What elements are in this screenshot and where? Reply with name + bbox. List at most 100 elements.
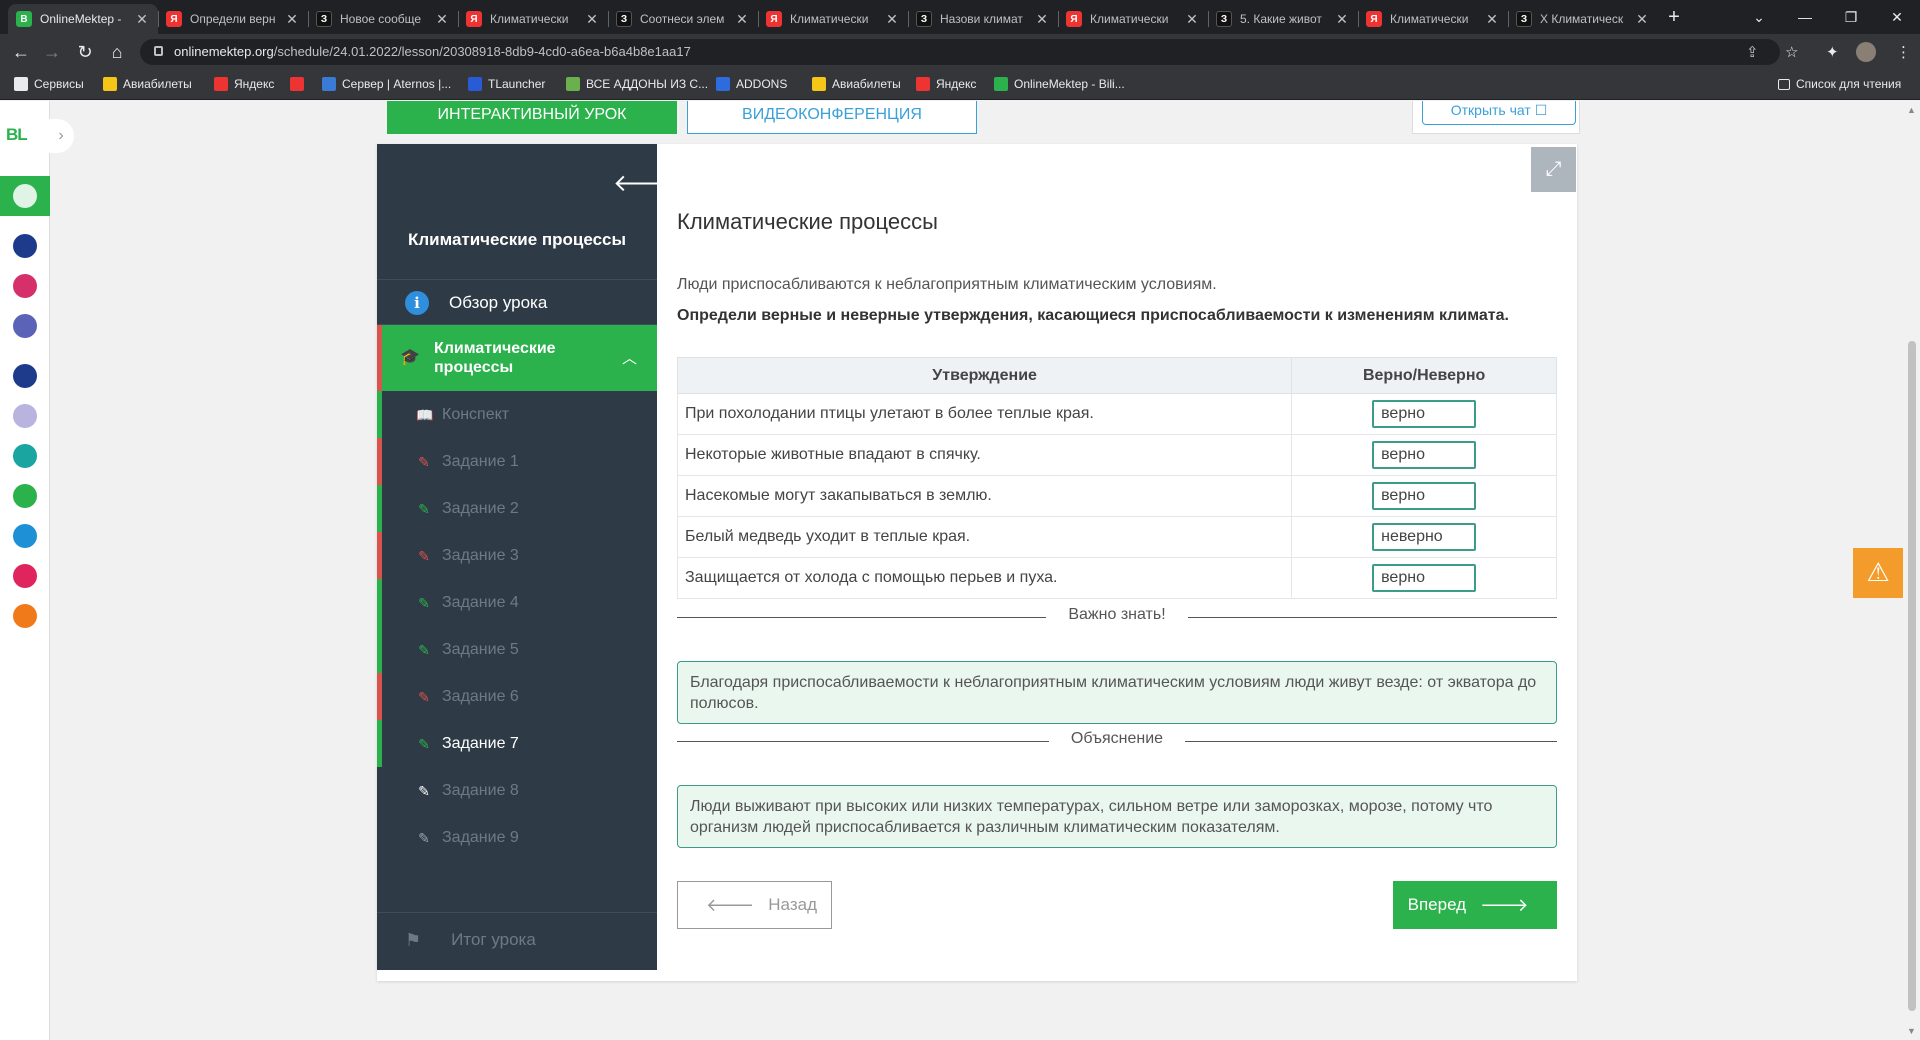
- browser-tab[interactable]: З Х Климатическ ✕: [1508, 4, 1658, 34]
- tab-close-icon[interactable]: ✕: [1484, 11, 1500, 28]
- scroll-up-icon[interactable]: ▲: [1907, 105, 1916, 115]
- restore-button[interactable]: ❐: [1828, 0, 1874, 34]
- warning-icon[interactable]: ⚠: [1853, 548, 1903, 598]
- open-chat-button[interactable]: Открыть чат ☐: [1422, 101, 1576, 125]
- rail-app-icon[interactable]: [13, 274, 37, 298]
- sidebar-task-label: Задание 8: [442, 781, 519, 799]
- sidebar-task-item[interactable]: ✎ Задание 6: [377, 673, 657, 720]
- verdict-cell: верно: [1291, 557, 1557, 599]
- tab-close-icon[interactable]: ✕: [584, 11, 600, 28]
- verdict-select[interactable]: верно: [1372, 441, 1477, 469]
- sidebar-task-item[interactable]: ✎ Задание 5: [377, 626, 657, 673]
- bookmark-item[interactable]: ADDONS: [716, 77, 787, 91]
- browser-tab[interactable]: B OnlineMektep - ✕: [8, 4, 158, 34]
- extensions-icon[interactable]: ✦: [1826, 43, 1839, 61]
- tab-close-icon[interactable]: ✕: [1334, 11, 1350, 28]
- tab-close-icon[interactable]: ✕: [134, 11, 150, 28]
- rail-app-icon[interactable]: [13, 444, 37, 468]
- bookmark-item[interactable]: TLauncher: [468, 77, 545, 91]
- rail-app-icon[interactable]: [13, 234, 37, 258]
- bookmark-item[interactable]: Авиабилеты: [103, 77, 192, 91]
- rail-app-icon[interactable]: [13, 484, 37, 508]
- tab-interactive-lesson[interactable]: ИНТЕРАКТИВНЫЙ УРОК: [387, 101, 677, 134]
- browser-tab[interactable]: З 5. Какие живот ✕: [1208, 4, 1358, 34]
- onlinemektep-icon: [13, 184, 37, 208]
- minimize-button[interactable]: —: [1782, 0, 1828, 34]
- forward-button[interactable]: Вперед 🡒: [1393, 881, 1557, 929]
- tab-close-icon[interactable]: ✕: [734, 11, 750, 28]
- bookmark-item[interactable]: Авиабилеты: [812, 77, 901, 91]
- table-row: Насекомые могут закапываться в землю. вер…: [676, 475, 1557, 517]
- tab-close-icon[interactable]: ✕: [1634, 11, 1650, 28]
- home-icon[interactable]: ⌂: [105, 40, 129, 64]
- rail-item-onlinemektep[interactable]: [0, 176, 50, 216]
- share-icon[interactable]: ⇪: [1746, 43, 1759, 61]
- sidebar-item-summary[interactable]: ⚑ Итог урока: [377, 913, 657, 967]
- onlinemektep-icon: [994, 77, 1008, 91]
- browser-tab[interactable]: З Назови климат ✕: [908, 4, 1058, 34]
- verdict-select[interactable]: верно: [1372, 400, 1477, 428]
- sidebar-task-item[interactable]: ✎ Задание 1: [377, 438, 657, 485]
- collapse-arrow-icon[interactable]: 🡐: [613, 168, 677, 198]
- reload-icon[interactable]: ↻: [73, 40, 97, 64]
- rail-app-icon[interactable]: [13, 564, 37, 588]
- browser-tab[interactable]: Я Определи верн ✕: [158, 4, 308, 34]
- tab-close-icon[interactable]: ✕: [434, 11, 450, 28]
- new-tab-button[interactable]: +: [1662, 6, 1686, 29]
- bookmark-item[interactable]: Яндекс: [214, 77, 274, 91]
- browser-tab[interactable]: Я Климатически ✕: [458, 4, 608, 34]
- tab-videoconference[interactable]: ВИДЕОКОНФЕРЕНЦИЯ: [687, 101, 977, 134]
- sidebar-task-item[interactable]: ✎ Задание 7: [377, 720, 657, 767]
- close-window-button[interactable]: ✕: [1874, 0, 1920, 34]
- fullscreen-expand-icon[interactable]: ⤢: [1531, 147, 1576, 192]
- sidebar-section-active[interactable]: 🎓 Климатические процессы ︿: [377, 325, 657, 391]
- browser-tab[interactable]: Я Климатически ✕: [1358, 4, 1508, 34]
- tab-close-icon[interactable]: ✕: [284, 11, 300, 28]
- verdict-select[interactable]: верно: [1372, 482, 1477, 510]
- back-arrow-icon[interactable]: ←: [9, 40, 33, 64]
- reading-list-button[interactable]: Список для чтения: [1778, 77, 1901, 91]
- browser-tab[interactable]: Я Климатически ✕: [758, 4, 908, 34]
- back-button[interactable]: 🡐 Назад: [677, 881, 832, 929]
- sidebar-task-item[interactable]: ✎ Задание 4: [377, 579, 657, 626]
- sidebar-item-overview[interactable]: i Обзор урока: [377, 279, 657, 327]
- bookmark-item[interactable]: Сервер | Aternos |...: [322, 77, 451, 91]
- browser-tab[interactable]: З Новое сообще ✕: [308, 4, 458, 34]
- bookmark-item[interactable]: Яндекс: [916, 77, 976, 91]
- forward-arrow-icon[interactable]: →: [40, 40, 64, 64]
- bookmark-item[interactable]: Сервисы: [14, 77, 84, 91]
- bookmark-item[interactable]: OnlineMektep - Bili...: [994, 77, 1125, 91]
- tab-close-icon[interactable]: ✕: [1034, 11, 1050, 28]
- sidebar-task-item[interactable]: 📖 Конспект: [377, 391, 657, 438]
- rail-app-icon[interactable]: [13, 604, 37, 628]
- browser-tab[interactable]: З Соотнеси элем ✕: [608, 4, 758, 34]
- browser-tab[interactable]: Я Климатически ✕: [1058, 4, 1208, 34]
- rail-app-icon[interactable]: [13, 364, 37, 388]
- sidebar-task-item[interactable]: ✎ Задание 2: [377, 485, 657, 532]
- rail-app-icon[interactable]: [13, 314, 37, 338]
- rail-expand-chevron-icon[interactable]: ›: [48, 119, 74, 153]
- tab-close-icon[interactable]: ✕: [1184, 11, 1200, 28]
- sidebar-task-item[interactable]: ✎ Задание 9: [377, 814, 657, 861]
- rail-app-icon[interactable]: [13, 404, 37, 428]
- tab-separator: [1358, 11, 1359, 27]
- sidebar-task-label: Задание 5: [442, 640, 519, 658]
- scroll-down-icon[interactable]: ▼: [1907, 1026, 1916, 1036]
- profile-avatar[interactable]: [1856, 42, 1876, 62]
- tab-favicon-icon: Я: [1066, 11, 1082, 27]
- menu-dots-icon[interactable]: ⋮: [1896, 43, 1911, 61]
- sidebar-task-item[interactable]: ✎ Задание 8: [377, 767, 657, 814]
- address-bar[interactable]: onlinemektep.org/schedule/24.01.2022/les…: [140, 39, 1780, 65]
- verdict-select[interactable]: неверно: [1372, 523, 1477, 551]
- edit-icon: ✎: [418, 735, 430, 752]
- tab-search-icon[interactable]: ⌄: [1736, 0, 1782, 34]
- verdict-select[interactable]: верно: [1372, 564, 1477, 592]
- bookmark-item[interactable]: ВСЕ АДДОНЫ ИЗ С...: [566, 77, 708, 91]
- bookmark-item[interactable]: [290, 77, 310, 91]
- rail-app-icon[interactable]: [13, 524, 37, 548]
- page-scrollbar[interactable]: ▲ ▼: [1903, 101, 1920, 1040]
- sidebar-task-item[interactable]: ✎ Задание 3: [377, 532, 657, 579]
- scroll-thumb[interactable]: [1908, 341, 1916, 1011]
- bookmark-star-icon[interactable]: ☆: [1785, 43, 1798, 61]
- tab-close-icon[interactable]: ✕: [884, 11, 900, 28]
